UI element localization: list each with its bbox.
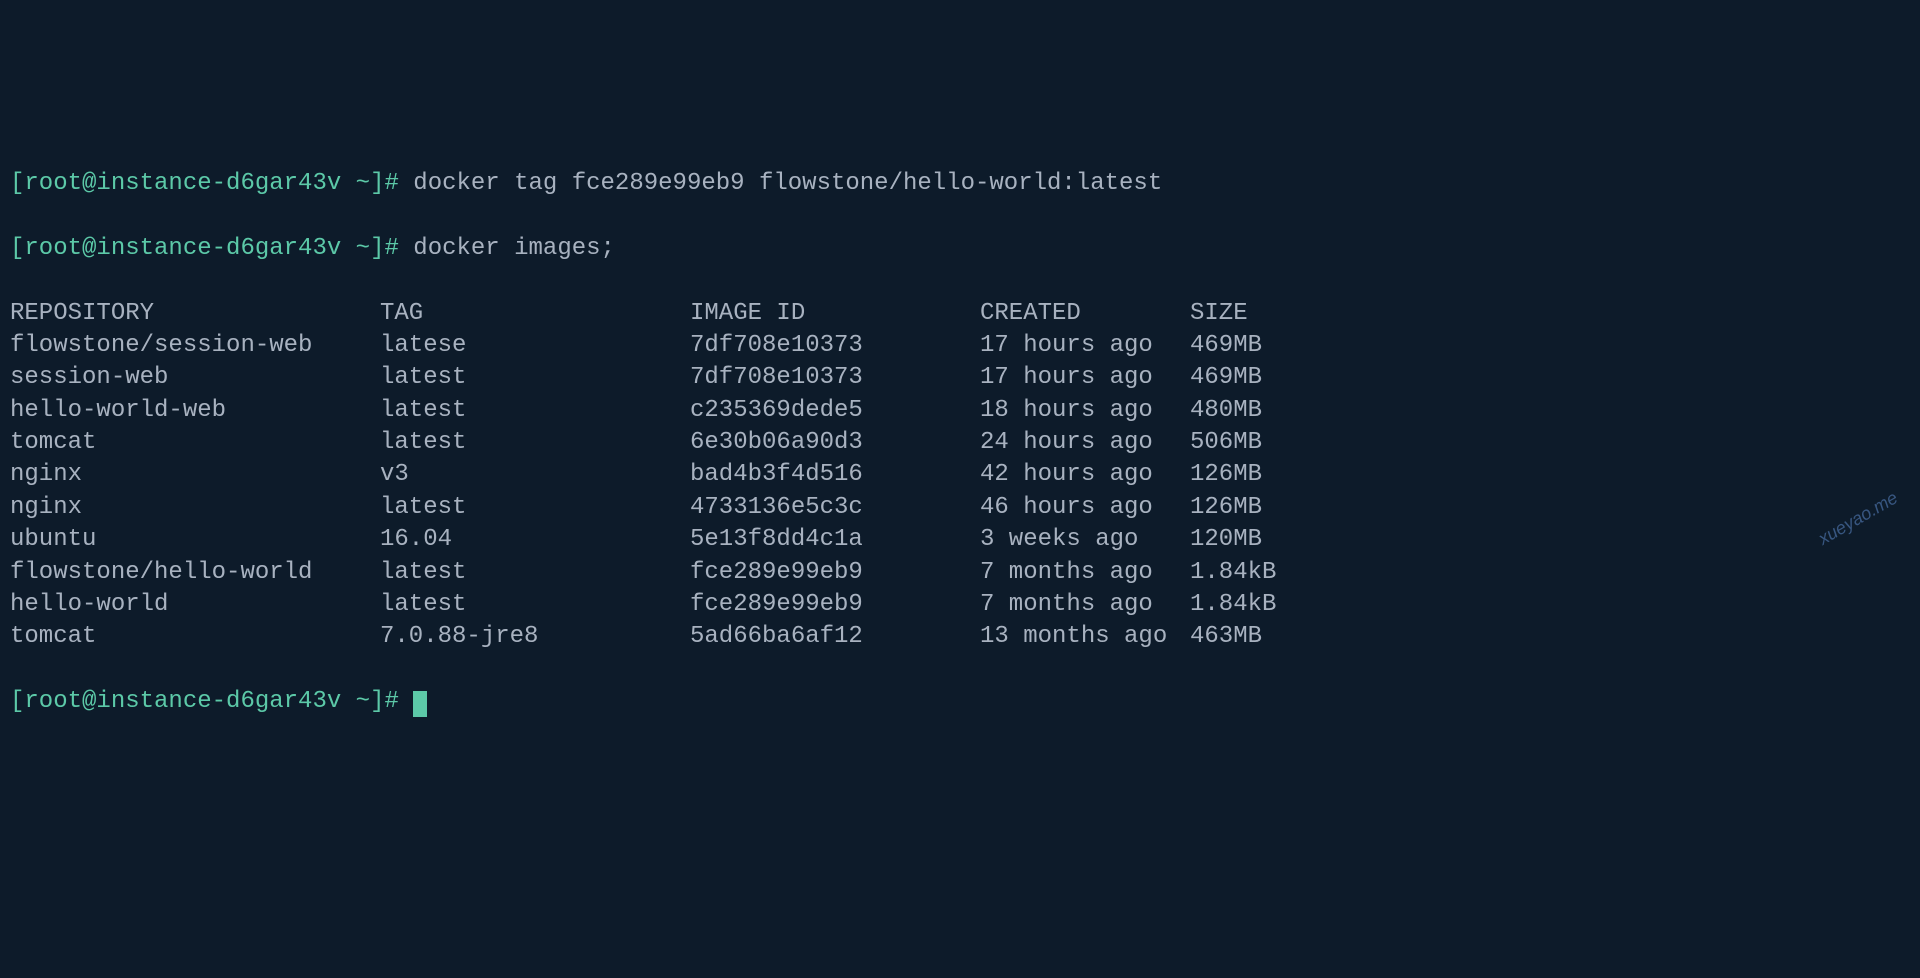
- prompt-user-host: root@instance-d6gar43v: [24, 235, 341, 262]
- table-row: hello-world-weblatestc235369dede518 hour…: [10, 395, 1310, 427]
- prompt-close-bracket: ]: [370, 688, 384, 715]
- cell-created: 3 weeks ago: [980, 524, 1190, 556]
- prompt-user-host: root@instance-d6gar43v: [24, 170, 341, 197]
- cell-created: 17 hours ago: [980, 362, 1190, 394]
- cell-tag: latest: [380, 589, 690, 621]
- cell-created: 13 months ago: [980, 621, 1190, 653]
- cell-size: 126MB: [1190, 459, 1310, 491]
- prompt-open-bracket: [: [10, 170, 24, 197]
- terminal-cursor: [413, 691, 427, 717]
- terminal-output[interactable]: [root@instance-d6gar43v ~]# docker tag f…: [10, 136, 1910, 751]
- cell-image-id: 4733136e5c3c: [690, 492, 980, 524]
- command-line-final: [root@instance-d6gar43v ~]#: [10, 686, 1910, 718]
- cell-repository: hello-world: [10, 589, 380, 621]
- cell-tag: latest: [380, 395, 690, 427]
- cell-repository: flowstone/hello-world: [10, 557, 380, 589]
- cell-image-id: 7df708e10373: [690, 362, 980, 394]
- prompt-cwd: ~: [356, 235, 370, 262]
- table-row: tomcatlatest6e30b06a90d324 hours ago506M…: [10, 427, 1310, 459]
- cell-repository: nginx: [10, 492, 380, 524]
- cell-repository: flowstone/session-web: [10, 330, 380, 362]
- command-line-2: [root@instance-d6gar43v ~]# docker image…: [10, 233, 1910, 265]
- prompt-symbol: #: [384, 688, 398, 715]
- cell-size: 120MB: [1190, 524, 1310, 556]
- cell-tag: latese: [380, 330, 690, 362]
- cell-tag: latest: [380, 427, 690, 459]
- cell-size: 506MB: [1190, 427, 1310, 459]
- cell-image-id: 5e13f8dd4c1a: [690, 524, 980, 556]
- cell-image-id: c235369dede5: [690, 395, 980, 427]
- table-row: hello-worldlatestfce289e99eb97 months ag…: [10, 589, 1310, 621]
- table-row: flowstone/session-weblatese7df708e103731…: [10, 330, 1310, 362]
- table-row: nginxlatest4733136e5c3c46 hours ago126MB: [10, 492, 1310, 524]
- cell-image-id: bad4b3f4d516: [690, 459, 980, 491]
- table-row: session-weblatest7df708e1037317 hours ag…: [10, 362, 1310, 394]
- table-row: ubuntu16.045e13f8dd4c1a3 weeks ago120MB: [10, 524, 1310, 556]
- cell-created: 7 months ago: [980, 557, 1190, 589]
- header-created: CREATED: [980, 298, 1190, 330]
- cell-size: 469MB: [1190, 330, 1310, 362]
- table-row: nginxv3bad4b3f4d51642 hours ago126MB: [10, 459, 1310, 491]
- cell-tag: latest: [380, 557, 690, 589]
- prompt-open-bracket: [: [10, 235, 24, 262]
- cell-created: 18 hours ago: [980, 395, 1190, 427]
- cell-tag: v3: [380, 459, 690, 491]
- cell-repository: nginx: [10, 459, 380, 491]
- docker-images-table: REPOSITORY TAG IMAGE ID CREATED SIZE flo…: [10, 298, 1310, 654]
- cell-image-id: 5ad66ba6af12: [690, 621, 980, 653]
- cell-tag: 16.04: [380, 524, 690, 556]
- cell-size: 469MB: [1190, 362, 1310, 394]
- command-text: docker images;: [413, 235, 615, 262]
- cell-repository: hello-world-web: [10, 395, 380, 427]
- header-tag: TAG: [380, 298, 690, 330]
- prompt-cwd: ~: [356, 170, 370, 197]
- cell-tag: latest: [380, 362, 690, 394]
- cell-repository: tomcat: [10, 621, 380, 653]
- prompt-symbol: #: [384, 170, 398, 197]
- header-size: SIZE: [1190, 298, 1310, 330]
- cell-created: 7 months ago: [980, 589, 1190, 621]
- command-line-1: [root@instance-d6gar43v ~]# docker tag f…: [10, 168, 1910, 200]
- cell-created: 24 hours ago: [980, 427, 1190, 459]
- command-text: docker tag fce289e99eb9 flowstone/hello-…: [413, 170, 1162, 197]
- cell-created: 46 hours ago: [980, 492, 1190, 524]
- prompt-close-bracket: ]: [370, 235, 384, 262]
- cell-tag: latest: [380, 492, 690, 524]
- prompt-open-bracket: [: [10, 688, 24, 715]
- prompt-user-host: root@instance-d6gar43v: [24, 688, 341, 715]
- table-row: tomcat7.0.88-jre85ad66ba6af1213 months a…: [10, 621, 1310, 653]
- cell-size: 126MB: [1190, 492, 1310, 524]
- cell-created: 42 hours ago: [980, 459, 1190, 491]
- cell-image-id: fce289e99eb9: [690, 557, 980, 589]
- prompt-cwd: ~: [356, 688, 370, 715]
- cell-repository: session-web: [10, 362, 380, 394]
- cell-image-id: fce289e99eb9: [690, 589, 980, 621]
- header-repository: REPOSITORY: [10, 298, 380, 330]
- table-row: flowstone/hello-worldlatestfce289e99eb97…: [10, 557, 1310, 589]
- cell-size: 480MB: [1190, 395, 1310, 427]
- cell-created: 17 hours ago: [980, 330, 1190, 362]
- header-image-id: IMAGE ID: [690, 298, 980, 330]
- prompt-symbol: #: [384, 235, 398, 262]
- cell-image-id: 6e30b06a90d3: [690, 427, 980, 459]
- cell-repository: tomcat: [10, 427, 380, 459]
- cell-size: 1.84kB: [1190, 589, 1310, 621]
- cell-repository: ubuntu: [10, 524, 380, 556]
- prompt-close-bracket: ]: [370, 170, 384, 197]
- cell-image-id: 7df708e10373: [690, 330, 980, 362]
- table-header-row: REPOSITORY TAG IMAGE ID CREATED SIZE: [10, 298, 1310, 330]
- cell-tag: 7.0.88-jre8: [380, 621, 690, 653]
- cell-size: 1.84kB: [1190, 557, 1310, 589]
- cell-size: 463MB: [1190, 621, 1310, 653]
